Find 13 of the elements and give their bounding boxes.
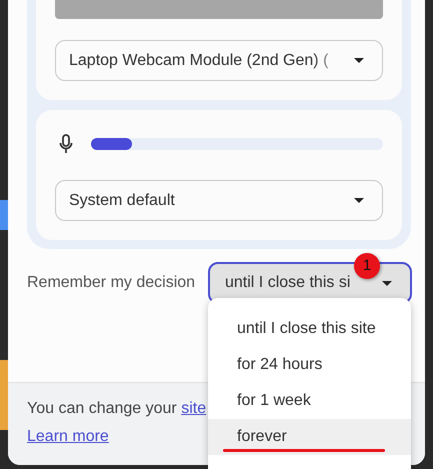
- caret-icon: [354, 58, 364, 63]
- microphone-select[interactable]: System default: [55, 180, 383, 221]
- caret-icon: [382, 280, 392, 286]
- microphone-icon: [59, 134, 73, 154]
- caret-icon: [354, 198, 364, 203]
- menu-item[interactable]: for 1 week: [208, 383, 411, 419]
- learn-more-link[interactable]: Learn more: [27, 428, 109, 446]
- menu-item[interactable]: forever: [208, 419, 411, 455]
- settings-link[interactable]: site: [181, 400, 206, 417]
- remember-label: Remember my decision: [27, 274, 196, 292]
- camera-select[interactable]: Laptop Webcam Module (2nd Gen) (: [55, 40, 383, 81]
- menu-item[interactable]: until I close this site: [208, 311, 411, 347]
- menu-item[interactable]: for 24 hours: [208, 347, 411, 383]
